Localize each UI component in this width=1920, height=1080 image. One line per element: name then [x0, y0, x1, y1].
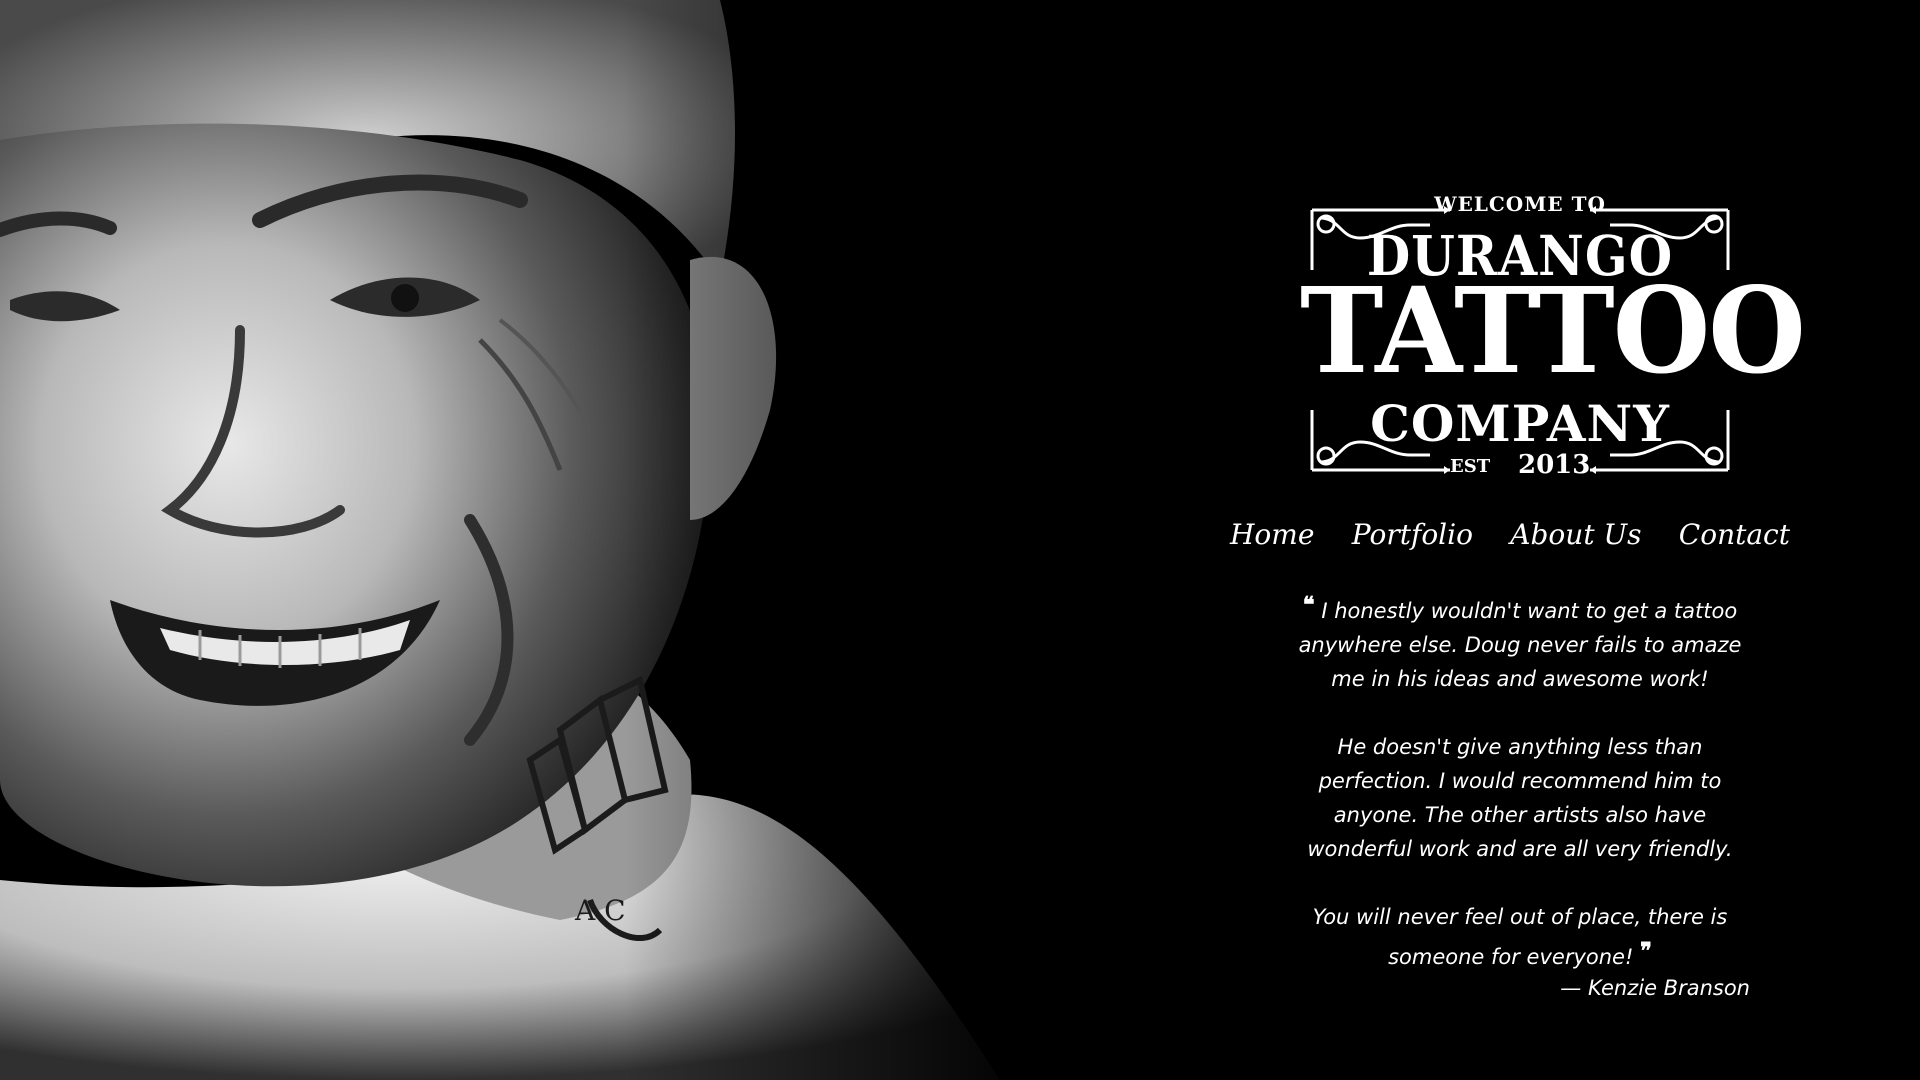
logo-welcome-text: WELCOME TO — [1434, 192, 1606, 216]
open-quote-icon: ❝ — [1302, 592, 1315, 618]
close-quote-icon: ❞ — [1640, 938, 1652, 964]
testimonial-quote: ❝ I honestly wouldn't want to get a tatt… — [1290, 588, 1750, 974]
logo-company-text: COMPANY — [1370, 394, 1670, 453]
testimonial-paragraph-3: You will never feel out of place, there … — [1290, 900, 1750, 974]
testimonial-paragraph-1-text: I honestly wouldn't want to get a tattoo… — [1298, 599, 1742, 691]
testimonial-author: — Kenzie Branson — [1560, 976, 1750, 1000]
logo-tattoo-text: TATTOO — [1300, 262, 1806, 401]
logo-year-text: 2013 — [1518, 450, 1591, 480]
page: A C — [0, 0, 1920, 1080]
main-nav: Home Portfolio About Us Contact — [1230, 510, 1790, 560]
nav-portfolio-link[interactable]: Portfolio — [1352, 510, 1473, 560]
hero-portrait-image: A C — [0, 0, 1040, 1080]
nav-about-us-link[interactable]: About Us — [1510, 510, 1641, 560]
nav-home-link[interactable]: Home — [1230, 510, 1314, 560]
brand-logo[interactable]: WELCOME TO DURANGO TATTOO COMPANY EST 20… — [1300, 190, 1806, 490]
logo-est-text: EST — [1450, 456, 1491, 477]
testimonial-paragraph-1: ❝ I honestly wouldn't want to get a tatt… — [1290, 588, 1750, 696]
testimonial-paragraph-3-text: You will never feel out of place, there … — [1312, 905, 1728, 969]
nav-contact-link[interactable]: Contact — [1679, 510, 1790, 560]
testimonial-paragraph-2: He doesn't give anything less than perfe… — [1307, 735, 1733, 861]
